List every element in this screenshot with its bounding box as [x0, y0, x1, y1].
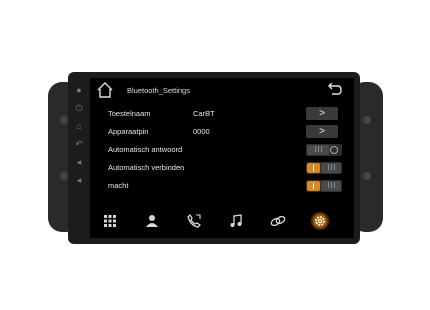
settings-gear-icon[interactable] [310, 212, 330, 230]
display-screen: Bluetooth_Settings Toestelnaam CarBT > A… [90, 78, 354, 238]
setting-row-device-name: Toestelnaam CarBT > [108, 106, 338, 122]
contacts-icon[interactable] [142, 212, 162, 230]
setting-value: 0000 [193, 127, 210, 136]
edit-device-name-button[interactable]: > [306, 107, 338, 120]
volume-down-icon[interactable]: ◂ [72, 174, 86, 186]
setting-row-auto-connect: Automatisch verbinden [108, 160, 342, 176]
on-indicator-icon [313, 165, 314, 171]
setting-row-auto-answer: Automatisch antwoord [108, 142, 342, 158]
volume-up-icon[interactable]: ◂ [72, 156, 86, 168]
phone-icon[interactable] [184, 212, 204, 230]
setting-label: Automatisch verbinden [108, 163, 185, 172]
back-arrow-icon [328, 82, 342, 95]
back-button[interactable] [326, 82, 342, 97]
setting-row-power: macht [108, 178, 342, 194]
bluetooth-power-toggle[interactable] [306, 180, 342, 192]
screw-icon [363, 116, 371, 124]
mic-icon[interactable]: ● [72, 84, 86, 96]
setting-label: Automatisch antwoord [108, 145, 183, 154]
auto-answer-toggle[interactable] [306, 144, 342, 156]
screw-icon [363, 172, 371, 180]
apps-grid-icon[interactable] [100, 212, 120, 230]
screw-icon [60, 116, 68, 124]
chevron-right-icon: > [319, 108, 325, 119]
music-icon[interactable] [226, 212, 246, 230]
top-bar: Bluetooth_Settings [90, 78, 354, 104]
home-icon [97, 82, 113, 98]
on-indicator-icon [313, 183, 314, 189]
edit-device-pin-button[interactable]: > [306, 125, 338, 138]
auto-connect-toggle[interactable] [306, 162, 342, 174]
bottom-nav-bar [90, 206, 354, 238]
setting-row-device-pin: Apparaatpin 0000 > [108, 124, 338, 140]
setting-label: Apparaatpin [108, 127, 149, 136]
setting-value: CarBT [193, 109, 215, 118]
power-icon[interactable]: ⏻ [72, 102, 86, 114]
home-button[interactable] [96, 81, 114, 99]
setting-label: Toestelnaam [108, 109, 151, 118]
setting-label: macht [108, 181, 129, 190]
screw-icon [60, 172, 68, 180]
chevron-right-icon: > [319, 126, 325, 137]
side-hardware-buttons: ● ⏻ ⌂ ↶ ◂ ◂ [72, 84, 86, 234]
back-icon[interactable]: ↶ [72, 138, 86, 150]
link-icon[interactable] [268, 212, 288, 230]
off-indicator-icon [330, 146, 338, 154]
home-icon[interactable]: ⌂ [72, 120, 86, 132]
page-title: Bluetooth_Settings [127, 86, 190, 95]
